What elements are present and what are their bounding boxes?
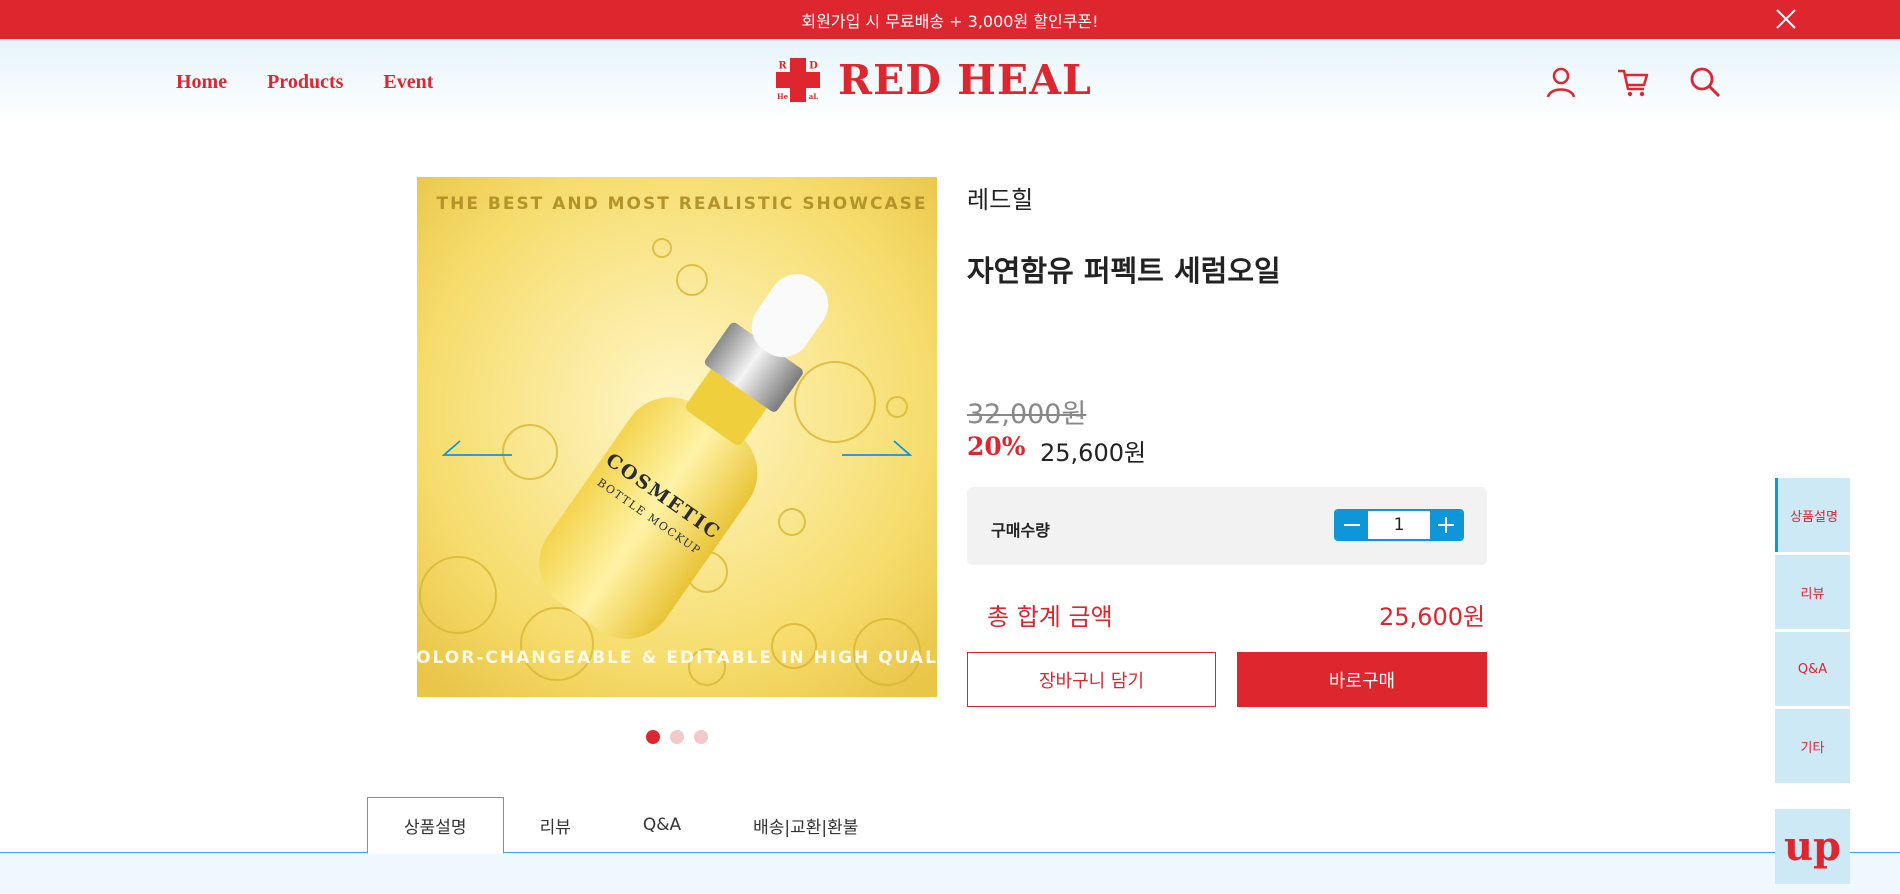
buy-now-button[interactable]: 바로구매 (1237, 652, 1487, 707)
product-name: 자연함유 퍼펙트 세럼오일 (967, 254, 1281, 288)
tab-content-strip (0, 852, 1900, 894)
promo-banner: 회원가입 시 무료배송 + 3,000원 할인쿠폰! (0, 0, 1900, 39)
quantity-label: 구매수량 (991, 521, 1050, 540)
search-icon[interactable] (1688, 65, 1722, 99)
add-to-cart-button[interactable]: 장바구니 담기 (967, 652, 1216, 707)
quantity-input[interactable] (1368, 511, 1430, 539)
close-icon[interactable] (1774, 7, 1798, 31)
minus-icon (1344, 524, 1360, 526)
increase-quantity-button[interactable] (1430, 511, 1462, 539)
quantity-stepper (1334, 509, 1464, 541)
image-top-caption: THE BEST AND MOST REALISTIC SHOWCASE (437, 194, 928, 214)
main-nav: Home Products Event (176, 71, 433, 94)
tab-shipping-return[interactable]: 배송|교환|환불 (717, 797, 894, 853)
promo-text: 회원가입 시 무료배송 + 3,000원 할인쿠폰! (801, 11, 1099, 31)
slide-dot-1[interactable] (646, 730, 660, 744)
logo-text: RED HEAL (838, 56, 1092, 104)
total-amount-label: 총 합계 금액 (987, 603, 1113, 631)
prev-slide-arrow-icon[interactable] (442, 437, 514, 459)
image-bottom-caption: OLOR-CHANGEABLE & EDITABLE IN HIGH QUAL (417, 648, 937, 668)
logo-letters-he: He (777, 92, 789, 101)
quantity-box: 구매수량 (967, 487, 1487, 565)
nav-event[interactable]: Event (383, 71, 433, 94)
scroll-top-button[interactable]: up (1775, 809, 1850, 884)
nav-home[interactable]: Home (176, 71, 227, 94)
product-tabs: 상품설명 리뷰 Q&A 배송|교환|환불 (367, 797, 894, 854)
sale-price-currency: 원 (1123, 439, 1147, 467)
logo-letter-r: R (778, 61, 787, 72)
logo-letters-al: aL (809, 92, 819, 101)
slide-indicator (646, 730, 708, 744)
side-nav-etc[interactable]: 기타 (1775, 709, 1850, 783)
user-icon[interactable] (1544, 65, 1578, 99)
logo-letter-d: D (809, 61, 818, 72)
site-header: Home Products Event R D He aL RED HEAL (0, 39, 1900, 123)
header-actions (1544, 65, 1722, 99)
discount-rate: 20% (967, 432, 1026, 461)
side-nav-review[interactable]: 리뷰 (1775, 555, 1850, 629)
side-quick-nav: 상품설명 리뷰 Q&A 기타 (1775, 478, 1850, 786)
slide-dot-3[interactable] (694, 730, 708, 744)
side-nav-description[interactable]: 상품설명 (1775, 478, 1850, 552)
tab-description[interactable]: 상품설명 (367, 797, 504, 854)
site-logo[interactable]: R D He aL RED HEAL (774, 56, 1092, 104)
next-slide-arrow-icon[interactable] (840, 437, 912, 459)
sale-price-amount: 25,600 (1040, 439, 1124, 467)
cart-icon[interactable] (1616, 65, 1650, 99)
total-amount-value: 25,600원 (1379, 603, 1486, 631)
tab-review[interactable]: 리뷰 (504, 797, 607, 853)
plus-icon (1438, 517, 1454, 533)
logo-cross-icon: R D He aL (776, 58, 820, 102)
tab-qna[interactable]: Q&A (607, 797, 717, 853)
side-nav-qna[interactable]: Q&A (1775, 632, 1850, 706)
original-price: 32,000원 (967, 399, 1087, 430)
slide-dot-2[interactable] (670, 730, 684, 744)
nav-products[interactable]: Products (267, 71, 343, 94)
sale-price: 25,600원 (1040, 433, 1146, 468)
decrease-quantity-button[interactable] (1336, 511, 1368, 539)
product-brand: 레드힐 (967, 186, 1034, 214)
